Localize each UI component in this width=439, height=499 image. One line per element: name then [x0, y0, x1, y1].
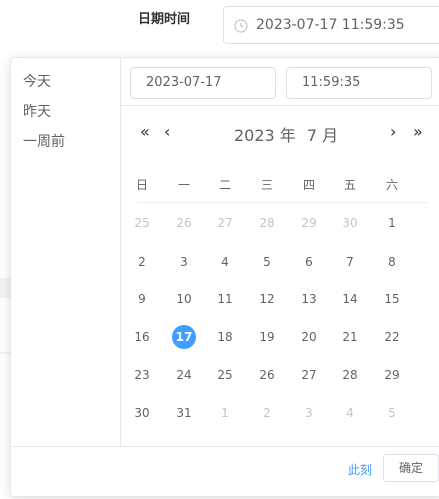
calendar-day[interactable]: 8 [377, 247, 407, 277]
calendar-day[interactable]: 27 [294, 360, 324, 390]
shortcut-sidebar: 今天 昨天 一周前 [11, 58, 121, 446]
weekday-label: 一 [177, 178, 190, 192]
shortcut-today[interactable]: 今天 [23, 71, 51, 91]
calendar-day[interactable]: 29 [377, 360, 407, 390]
calendar-day[interactable]: 25 [127, 208, 157, 238]
calendar-day[interactable]: 12 [252, 284, 282, 314]
calendar-day[interactable]: 27 [210, 208, 240, 238]
weekday-label: 五 [343, 178, 356, 192]
calendar-day[interactable]: 20 [294, 322, 324, 352]
clock-icon [234, 18, 248, 33]
weekday-divider [137, 202, 427, 203]
calendar-day[interactable]: 28 [335, 360, 365, 390]
calendar-day[interactable]: 21 [335, 322, 365, 352]
calendar-day[interactable]: 11 [210, 284, 240, 314]
calendar-day[interactable]: 19 [252, 322, 282, 352]
next-month-button[interactable]: › [390, 122, 396, 142]
calendar-day[interactable]: 13 [294, 284, 324, 314]
now-button[interactable]: 此刻 [348, 461, 372, 478]
calendar-day[interactable]: 24 [169, 360, 199, 390]
shortcut-week-ago[interactable]: 一周前 [23, 131, 65, 151]
weekday-label: 三 [260, 178, 273, 192]
calendar-day[interactable]: 15 [377, 284, 407, 314]
calendar-day[interactable]: 3 [294, 398, 324, 428]
calendar-day-selected[interactable]: 17 [172, 325, 196, 349]
calendar-day[interactable]: 23 [127, 360, 157, 390]
confirm-button[interactable]: 确定 [383, 454, 439, 482]
weekday-label: 二 [218, 178, 231, 192]
calendar-day[interactable]: 25 [210, 360, 240, 390]
calendar-day[interactable]: 22 [377, 322, 407, 352]
calendar-day[interactable]: 16 [127, 322, 157, 352]
weekday-label: 四 [302, 178, 315, 192]
form-label: 日期时间 [138, 12, 191, 27]
calendar-day[interactable]: 5 [252, 247, 282, 277]
prev-month-button[interactable]: ‹ [164, 122, 170, 142]
calendar-day[interactable]: 28 [252, 208, 282, 238]
calendar-day[interactable]: 5 [377, 398, 407, 428]
date-input[interactable]: 2023-07-17 [130, 67, 276, 99]
month-label[interactable]: 7 月 [307, 126, 338, 145]
calendar-day[interactable]: 1 [377, 208, 407, 238]
calendar-day[interactable]: 7 [335, 247, 365, 277]
prev-year-button[interactable]: « [140, 122, 150, 142]
calendar-day[interactable]: 4 [335, 398, 365, 428]
calendar-day[interactable]: 9 [127, 284, 157, 314]
month-header: 2023 年 7 月 [234, 122, 344, 146]
year-label[interactable]: 2023 年 [234, 126, 296, 145]
calendar-day[interactable]: 30 [127, 398, 157, 428]
background-strip [0, 352, 10, 354]
datetime-value: 2023-07-17 11:59:35 [256, 17, 405, 33]
calendar-day[interactable]: 10 [169, 284, 199, 314]
calendar-day[interactable]: 6 [294, 247, 324, 277]
calendar-day[interactable]: 14 [335, 284, 365, 314]
time-input[interactable]: 11:59:35 [286, 67, 432, 99]
calendar-day[interactable]: 2 [127, 247, 157, 277]
calendar-day[interactable]: 30 [335, 208, 365, 238]
calendar-day[interactable]: 26 [252, 360, 282, 390]
picker-footer: 此刻 确定 [11, 446, 439, 499]
weekday-label: 六 [385, 178, 398, 192]
calendar-day[interactable]: 31 [169, 398, 199, 428]
datetime-input[interactable]: 2023-07-17 11:59:35 [223, 6, 439, 44]
calendar-day[interactable]: 18 [210, 322, 240, 352]
next-year-button[interactable]: » [413, 122, 423, 142]
calendar-day[interactable]: 26 [169, 208, 199, 238]
datetime-picker-panel: 今天 昨天 一周前 2023-07-17 11:59:35 « ‹ 2023 年… [10, 57, 439, 497]
shortcut-yesterday[interactable]: 昨天 [23, 101, 51, 121]
picker-input-header: 2023-07-17 11:59:35 [121, 58, 439, 106]
calendar-day[interactable]: 1 [210, 398, 240, 428]
calendar-day[interactable]: 3 [169, 247, 199, 277]
background-strip [0, 278, 10, 298]
weekday-label: 日 [135, 178, 148, 192]
calendar-day[interactable]: 2 [252, 398, 282, 428]
calendar-day[interactable]: 29 [294, 208, 324, 238]
calendar-day[interactable]: 4 [210, 247, 240, 277]
